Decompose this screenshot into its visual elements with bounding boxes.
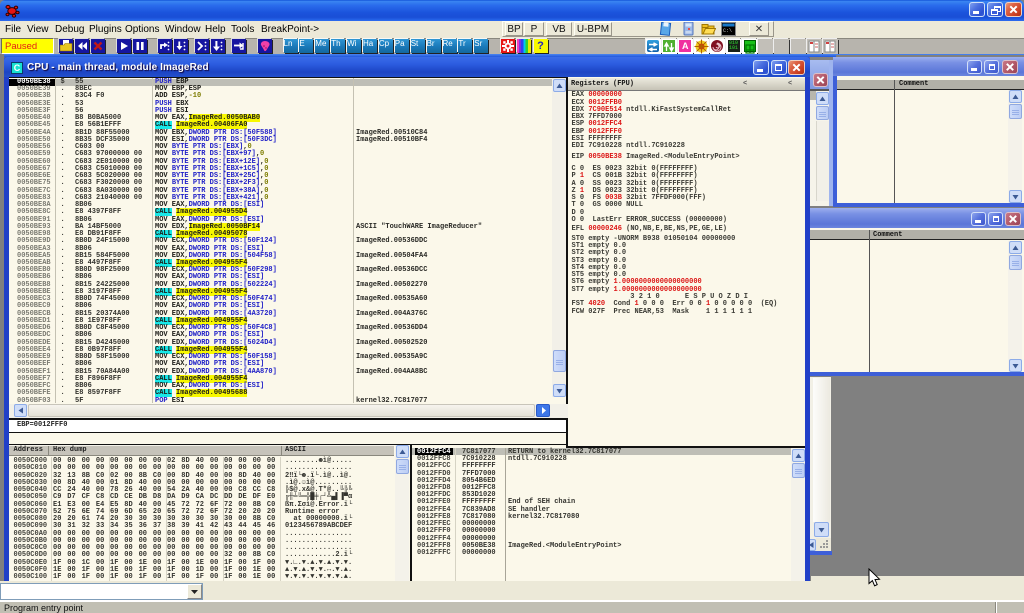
svg-text:C:\: C:\ [723, 28, 732, 34]
